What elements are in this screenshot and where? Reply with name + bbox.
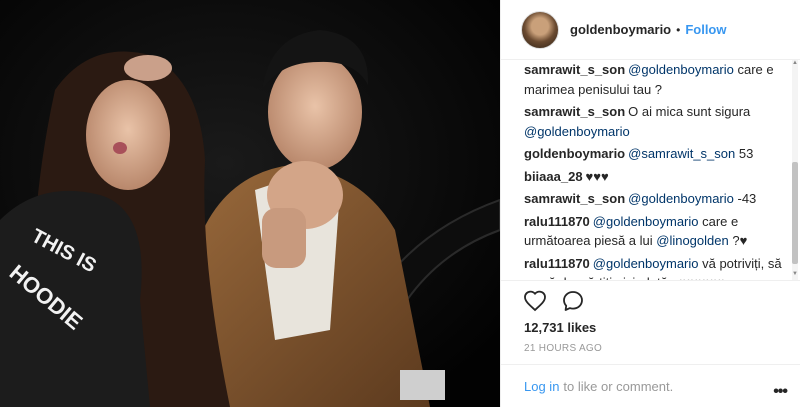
- follow-button[interactable]: Follow: [685, 22, 726, 37]
- more-options-icon[interactable]: •••: [773, 383, 788, 401]
- comment-mention-link[interactable]: @goldenboymario: [593, 256, 699, 271]
- comment-item: ralu111870 @goldenboymario vă potriviți, …: [524, 254, 783, 281]
- comment-username[interactable]: ralu111870: [524, 214, 590, 229]
- comment-item: biiaaa_28 ♥♥♥: [524, 167, 783, 187]
- comment-username[interactable]: ralu111870: [524, 256, 590, 271]
- comment-username[interactable]: samrawit_s_son: [524, 191, 625, 206]
- comment-username[interactable]: samrawit_s_son: [524, 104, 625, 119]
- scroll-down-arrow-icon[interactable]: ▼: [792, 271, 798, 277]
- post-header: goldenboymario • Follow: [501, 0, 800, 60]
- login-link[interactable]: Log in: [524, 379, 559, 394]
- separator-dot: •: [676, 22, 681, 37]
- comment-text: -43: [733, 191, 757, 206]
- comment-username[interactable]: biiaaa_28: [524, 169, 583, 184]
- instagram-post: THIS IS HOODIE goldenboymario • Follow s…: [0, 0, 800, 407]
- post-side-panel: goldenboymario • Follow samrawit_s_son @g…: [500, 0, 800, 407]
- heart-icon[interactable]: [523, 289, 547, 313]
- comments-list: samrawit_s_son @goldenboymario care e mar…: [501, 60, 800, 280]
- user-avatar[interactable]: [521, 10, 559, 49]
- speech-bubble-icon[interactable]: [561, 289, 585, 313]
- comment-mention-link[interactable]: @goldenboymario: [628, 191, 734, 206]
- post-photo[interactable]: THIS IS HOODIE: [0, 0, 500, 407]
- comment-text: 53: [735, 146, 754, 161]
- comment-text: ♥♥♥: [585, 168, 609, 184]
- comment-mention-link[interactable]: @samrawit_s_son: [628, 146, 735, 161]
- action-icons: [523, 289, 585, 313]
- header-username[interactable]: goldenboymario: [570, 22, 671, 37]
- comment-mention-link[interactable]: @goldenboymario: [628, 62, 734, 77]
- comment-item: samrawit_s_son @goldenboymario -43: [524, 189, 783, 209]
- comment-username[interactable]: samrawit_s_son: [524, 62, 625, 77]
- scrollbar-thumb[interactable]: [792, 162, 798, 264]
- comment-mention-link[interactable]: @goldenboymario: [524, 124, 630, 139]
- photo-illustration: THIS IS HOODIE: [0, 0, 500, 407]
- comment-mention-link[interactable]: @linogolden: [656, 233, 728, 248]
- comment-username[interactable]: goldenboymario: [524, 146, 625, 161]
- scroll-up-arrow-icon[interactable]: ▲: [792, 60, 798, 66]
- likes-count[interactable]: 12,731 likes: [524, 320, 596, 335]
- comment-text: O ai mica sunt sigura: [628, 104, 751, 119]
- comment-mention-link[interactable]: @goldenboymario: [593, 214, 699, 229]
- comments-scrollbar[interactable]: ▲ ▼: [792, 60, 798, 280]
- post-timestamp[interactable]: 21 HOURS AGO: [524, 343, 602, 354]
- login-suffix: to like or comment.: [563, 378, 674, 394]
- comment-item: goldenboymario @samrawit_s_son 53: [524, 144, 783, 164]
- comment-item: samrawit_s_son O ai mica sunt sigura @gol…: [524, 102, 783, 141]
- comment-text: ?♥: [728, 233, 748, 248]
- comment-item: ralu111870 @goldenboymario care e următoa…: [524, 212, 783, 251]
- login-row: Log in to like or comment. •••: [501, 364, 800, 407]
- comment-item: samrawit_s_son @goldenboymario care e mar…: [524, 60, 783, 99]
